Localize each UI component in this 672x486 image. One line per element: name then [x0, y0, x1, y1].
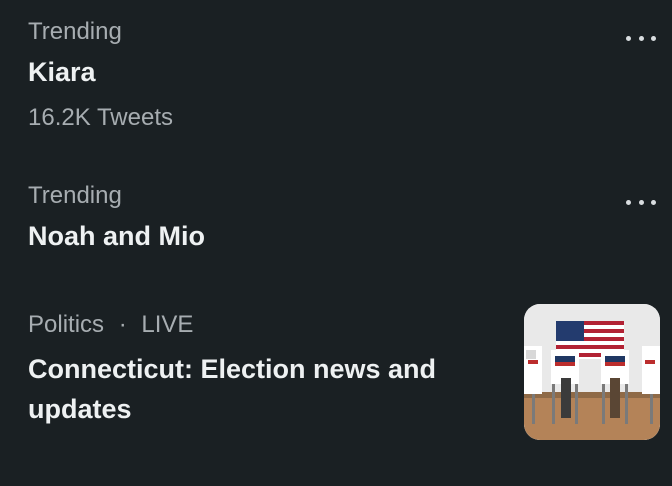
trends-feed: Trending Kiara 16.2K Tweets Trending Noa…: [0, 0, 672, 486]
trend-title: Kiara: [28, 57, 96, 87]
voting-booths-photo: [524, 304, 660, 440]
trend-title: Noah and Mio: [28, 221, 205, 251]
story-category: Politics: [28, 311, 105, 338]
trend-item-kiara[interactable]: Trending Kiara 16.2K Tweets: [28, 18, 660, 132]
more-horizontal-icon: [638, 199, 644, 205]
trend-item-noah-and-mio[interactable]: Trending Noah and Mio: [28, 182, 660, 254]
more-horizontal-icon: [651, 199, 656, 205]
meta-separator: ·: [118, 311, 127, 338]
story-title: Connecticut: Election news and updates: [28, 354, 437, 424]
trend-count: 16.2K Tweets: [28, 104, 173, 131]
trend-meta: Trending: [28, 182, 122, 209]
more-horizontal-icon: [626, 35, 631, 41]
trend-meta: Trending: [28, 18, 122, 45]
more-horizontal-icon: [651, 35, 656, 41]
more-horizontal-icon: [626, 199, 631, 205]
live-badge: LIVE: [141, 311, 194, 338]
more-horizontal-icon: [638, 35, 644, 41]
story-thumbnail[interactable]: [524, 304, 660, 440]
more-options-button[interactable]: [626, 33, 656, 43]
more-options-button[interactable]: [626, 197, 656, 207]
